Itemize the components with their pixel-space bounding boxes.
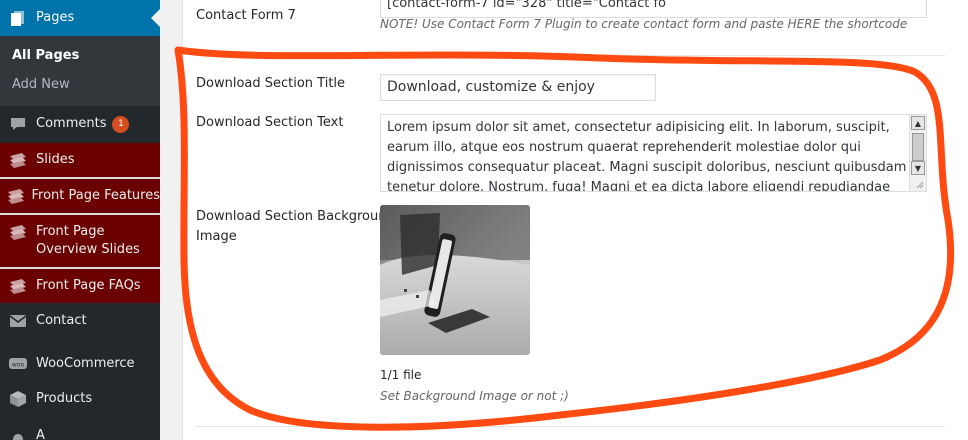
background-image-thumbnail[interactable] [380,205,530,355]
comments-icon [0,115,36,133]
menu-contact[interactable]: Contact [0,304,160,338]
menu-woocommerce[interactable]: woo WooCommerce [0,346,160,382]
textarea-scrollbar[interactable]: ▲ ▼ [909,115,926,191]
partial-icon [0,431,36,440]
contact-form-label: Contact Form 7 [196,8,296,23]
row-divider [195,426,945,427]
mail-icon [0,314,36,328]
scroll-thumb[interactable] [912,133,924,161]
comments-count-badge: 1 [112,115,130,133]
menu-slides[interactable]: Slides [0,143,160,177]
file-count: 1/1 file [380,368,422,382]
svg-text:woo: woo [12,362,25,369]
woocommerce-icon: woo [0,356,36,372]
menu-woocommerce-label: WooCommerce [36,356,135,371]
background-image-note: Set Background Image or not ;) [380,389,569,403]
menu-partial-label: A [36,428,45,440]
contact-form-note: NOTE! Use Contact Form 7 Plugin to creat… [380,17,908,31]
menu-comments[interactable]: Comments 1 [0,106,160,142]
menu-partial-item[interactable]: A [0,426,160,440]
main-content: Contact Form 7 [contact-form-7 id="328" … [160,0,968,440]
menu-contact-label: Contact [36,313,87,328]
row-divider [195,55,945,56]
download-text-textarea[interactable]: Lorem ipsum dolor sit amet, consectetur … [380,114,927,192]
download-bg-label: Download Section Background Image [196,207,395,247]
overview-label-line2: Overview Slides [36,242,140,257]
menu-pages[interactable]: Pages [0,0,160,36]
admin-sidebar: Pages All Pages Add New Comments 1 Slide… [0,0,160,440]
features-icon [0,187,31,205]
submenu-add-new[interactable]: Add New [12,77,70,92]
products-icon [0,390,36,408]
resize-handle-icon[interactable] [916,181,924,189]
download-text-value: Lorem ipsum dolor sit amet, consectetur … [387,120,907,192]
overview-label-line1: Front Page [36,224,105,239]
pages-submenu: All Pages Add New [0,36,160,106]
menu-products-label: Products [36,391,93,406]
download-text-label: Download Section Text [196,115,344,130]
download-title-label: Download Section Title [196,76,346,91]
slides-icon [0,151,36,169]
menu-products[interactable]: Products [0,382,160,416]
download-title-input[interactable]: Download, customize & enjoy [380,74,656,101]
scroll-up-button[interactable]: ▲ [911,116,925,130]
menu-comments-label: Comments [36,116,107,131]
menu-front-page-overview-slides[interactable]: Front Page Overview Slides [0,215,160,267]
menu-front-page-faqs[interactable]: Front Page FAQs [0,269,160,303]
download-bg-label-line2: Image [196,229,237,244]
menu-front-page-faqs-label: Front Page FAQs [36,278,141,293]
contact-form-shortcode-input[interactable]: [contact-form-7 id="328" title="Contact … [380,0,927,18]
menu-pages-label: Pages [36,10,75,25]
current-menu-arrow [151,9,160,27]
menu-front-page-features[interactable]: Front Page Features [0,179,160,213]
menu-slides-label: Slides [36,152,75,167]
meta-box-panel: Contact Form 7 [contact-form-7 id="328" … [182,0,968,440]
pages-icon [0,9,36,27]
scroll-down-button[interactable]: ▼ [911,161,925,175]
overview-icon [0,223,36,241]
download-bg-label-line1: Download Section Background [196,209,395,224]
phone-on-desk-image [380,205,530,355]
faqs-icon [0,277,36,295]
menu-front-page-overview-slides-label: Front Page Overview Slides [36,223,140,259]
submenu-all-pages[interactable]: All Pages [12,48,79,63]
menu-front-page-features-label: Front Page Features [31,188,160,203]
